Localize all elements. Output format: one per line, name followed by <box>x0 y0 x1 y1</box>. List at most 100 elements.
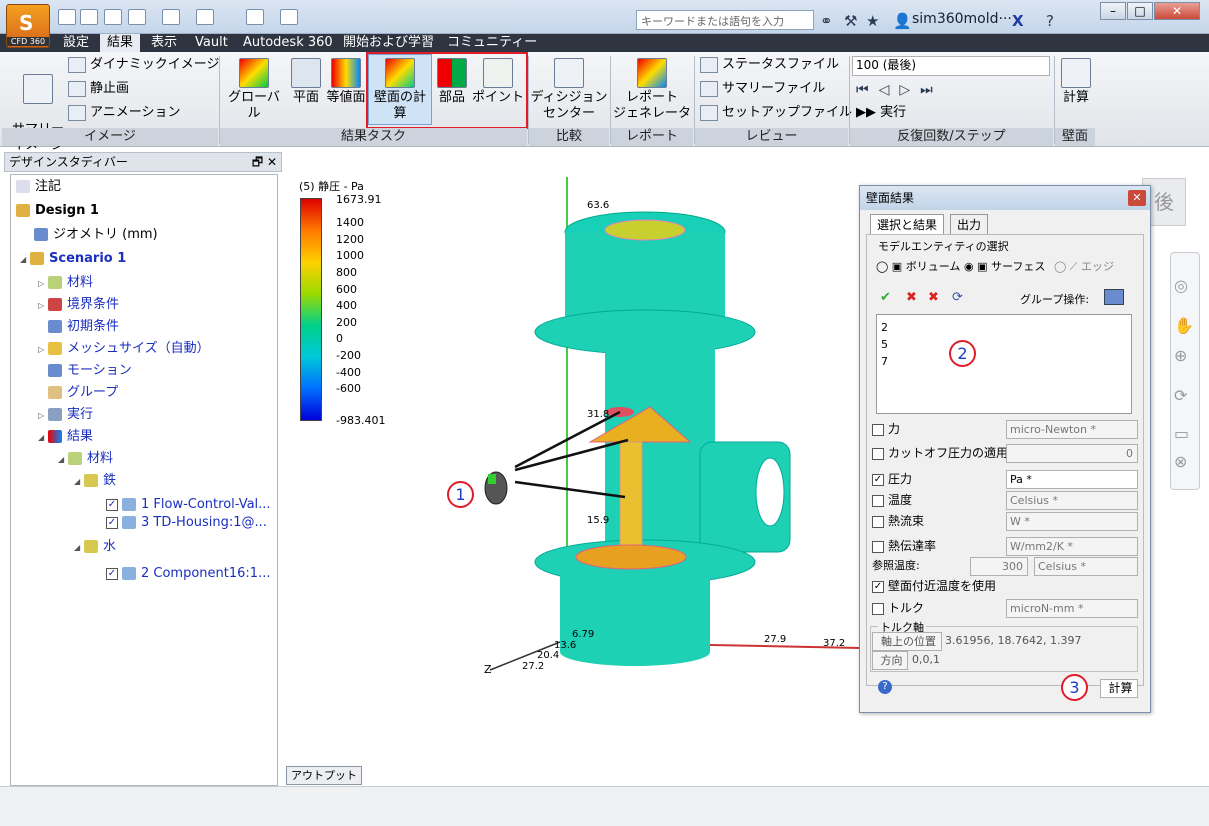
selection-item[interactable]: 5 <box>881 336 1127 353</box>
heat-flux-unit-select[interactable]: W * <box>1006 512 1138 531</box>
htc-checkbox[interactable]: 熱伝達率 <box>872 537 936 555</box>
walk-icon[interactable]: ⊗ <box>1174 452 1187 471</box>
tree-notes[interactable]: 注記 <box>16 177 61 197</box>
dialog-help-icon[interactable]: ? <box>878 680 892 694</box>
dynamic-image-button[interactable]: ダイナミックイメージ <box>68 54 219 76</box>
new-file-icon[interactable] <box>58 9 76 25</box>
tree-design[interactable]: Design 1 <box>16 201 99 221</box>
menu-vault[interactable]: Vault <box>188 34 235 52</box>
still-image-button[interactable]: 静止画 <box>68 78 129 100</box>
checkbox-part1[interactable]: ✓ <box>106 498 118 511</box>
wall-calc-run-button[interactable]: 計算 <box>1058 58 1094 106</box>
collapse-icon[interactable]: ◢ <box>74 472 84 492</box>
isosurface-button[interactable]: 等値面 <box>326 58 366 106</box>
collapse-icon[interactable]: ◢ <box>58 450 68 470</box>
exchange-icon[interactable]: X <box>1012 12 1024 30</box>
panel-close-icon[interactable]: 🗗 ✕ <box>252 153 277 171</box>
tree-part3[interactable]: ✓ 3 TD-Housing:1@... <box>106 513 267 533</box>
expand-icon[interactable]: ▷ <box>38 296 48 316</box>
force-unit-select[interactable]: micro-Newton * <box>1006 420 1138 439</box>
tree-part2[interactable]: ✓ 2 Component16:1... <box>106 564 270 584</box>
collapse-icon[interactable]: ◢ <box>38 428 48 448</box>
radio-edge[interactable]: ◯ ⟋ エッジ <box>1054 258 1114 276</box>
pressure-unit-select[interactable]: Pa * <box>1006 470 1138 489</box>
tree-group[interactable]: グループ <box>48 383 118 403</box>
look-icon[interactable]: ▭ <box>1174 424 1189 443</box>
selection-item[interactable]: 2 <box>881 319 1127 336</box>
orbit-icon[interactable]: ⟳ <box>1174 386 1187 405</box>
save-icon[interactable] <box>104 9 122 25</box>
binoculars-icon[interactable]: ⚭ <box>820 12 833 30</box>
refresh-icon[interactable]: ⟳ <box>952 290 963 305</box>
tree-boundary[interactable]: ▷ 境界条件 <box>38 295 119 315</box>
search-input[interactable]: キーワードまたは語句を入力 <box>636 10 814 30</box>
tree-motion[interactable]: モーション <box>48 361 132 381</box>
menu-community[interactable]: コミュニティー <box>440 34 544 52</box>
axis-position-button[interactable]: 軸上の位置 <box>872 632 942 651</box>
window-icon[interactable] <box>246 9 264 25</box>
selection-item[interactable]: 7 <box>881 353 1127 370</box>
torque-unit-select[interactable]: microN-mm * <box>1006 599 1138 618</box>
star-icon[interactable]: ★ <box>866 12 879 30</box>
tab-output[interactable]: 出力 <box>950 214 989 234</box>
tree-run[interactable]: ▷ 実行 <box>38 405 93 425</box>
menu-autodesk360[interactable]: Autodesk 360 <box>236 34 340 52</box>
tab-select-results[interactable]: 選択と結果 <box>870 214 945 234</box>
minimize-button[interactable]: – <box>1100 2 1126 20</box>
steering-wheel-icon[interactable]: ◎ <box>1174 276 1188 295</box>
save-all-icon[interactable] <box>128 9 146 25</box>
group-operation-button[interactable] <box>1104 289 1124 305</box>
tree-material[interactable]: ▷ 材料 <box>38 273 93 293</box>
tree-initial[interactable]: 初期条件 <box>48 317 119 337</box>
plane-button[interactable]: 平面 <box>288 58 324 106</box>
force-checkbox[interactable]: 力 <box>872 420 900 438</box>
run-button[interactable]: ▶▶ 実行 <box>856 102 906 124</box>
user-icon[interactable]: 👤 <box>893 12 912 30</box>
checkbox-part2[interactable]: ✓ <box>106 567 118 580</box>
open-file-icon[interactable] <box>80 9 98 25</box>
reference-temp-unit-select[interactable]: Celsius * <box>1034 557 1138 576</box>
radio-surface[interactable]: ◉ ▣ サーフェス <box>964 258 1045 276</box>
report-generator-button[interactable]: レポート ジェネレータ <box>612 58 692 122</box>
accept-icon[interactable]: ✔ <box>880 290 891 305</box>
expand-icon[interactable]: ▷ <box>38 340 48 360</box>
axis-direction-button[interactable]: 方向 <box>872 651 908 670</box>
selection-list[interactable]: 2 5 7 <box>876 314 1132 414</box>
select-icon[interactable] <box>162 9 180 25</box>
menu-results[interactable]: 結果 <box>100 34 141 52</box>
tree-part1[interactable]: ✓ 1 Flow-Control-Val... <box>106 495 271 515</box>
setup-file-button[interactable]: セットアップファイル <box>700 102 852 124</box>
tree-mesh[interactable]: ▷ メッシュサイズ（自動） <box>38 339 210 359</box>
tree-geometry[interactable]: ジオメトリ (mm) <box>34 225 158 245</box>
maximize-button[interactable]: □ <box>1127 2 1153 20</box>
close-button[interactable]: ✕ <box>1154 2 1200 20</box>
clear-all-icon[interactable]: ✖ <box>928 290 939 305</box>
pressure-checkbox[interactable]: ✓ 圧力 <box>872 470 912 488</box>
expand-icon[interactable]: ▷ <box>38 274 48 294</box>
reference-temp-input[interactable]: 300 <box>970 557 1028 576</box>
iteration-select[interactable]: 100 (最後) <box>852 56 1050 76</box>
summary-file-button[interactable]: サマリーファイル <box>700 78 825 100</box>
heat-flux-checkbox[interactable]: 熱流束 <box>872 512 924 530</box>
near-wall-checkbox[interactable]: ✓ 壁面付近温度を使用 <box>872 577 996 595</box>
expand-icon[interactable]: ▷ <box>38 406 48 426</box>
htc-unit-select[interactable]: W/mm2/K * <box>1006 537 1138 556</box>
username[interactable]: sim360mold··· <box>912 11 1012 27</box>
cutoff-checkbox[interactable]: カットオフ圧力の適用 <box>872 444 1008 462</box>
wrench-icon[interactable]: ⚒ <box>844 12 857 30</box>
application-menu-button[interactable]: S CFD 360 <box>6 4 50 48</box>
checkbox-part3[interactable]: ✓ <box>106 516 118 529</box>
remove-icon[interactable]: ✖ <box>906 290 917 305</box>
dialog-close-button[interactable]: ✕ <box>1128 190 1146 206</box>
output-bar-button[interactable]: アウトプットバー <box>286 766 362 799</box>
temperature-checkbox[interactable]: 温度 <box>872 491 912 509</box>
collapse-icon[interactable]: ◢ <box>20 250 30 270</box>
collapse-icon[interactable]: ◢ <box>74 538 84 558</box>
menu-settings[interactable]: 設定 <box>56 34 96 52</box>
tree-results-material[interactable]: ◢ 材料 <box>58 449 113 469</box>
layout-icon[interactable] <box>280 9 298 25</box>
global-button[interactable]: グローバル <box>222 58 286 122</box>
torque-checkbox[interactable]: トルク <box>872 599 924 617</box>
calculate-button[interactable]: 計算 <box>1100 679 1138 698</box>
playback-controls-icon[interactable]: ⏮◁▷⏭ <box>856 82 943 98</box>
